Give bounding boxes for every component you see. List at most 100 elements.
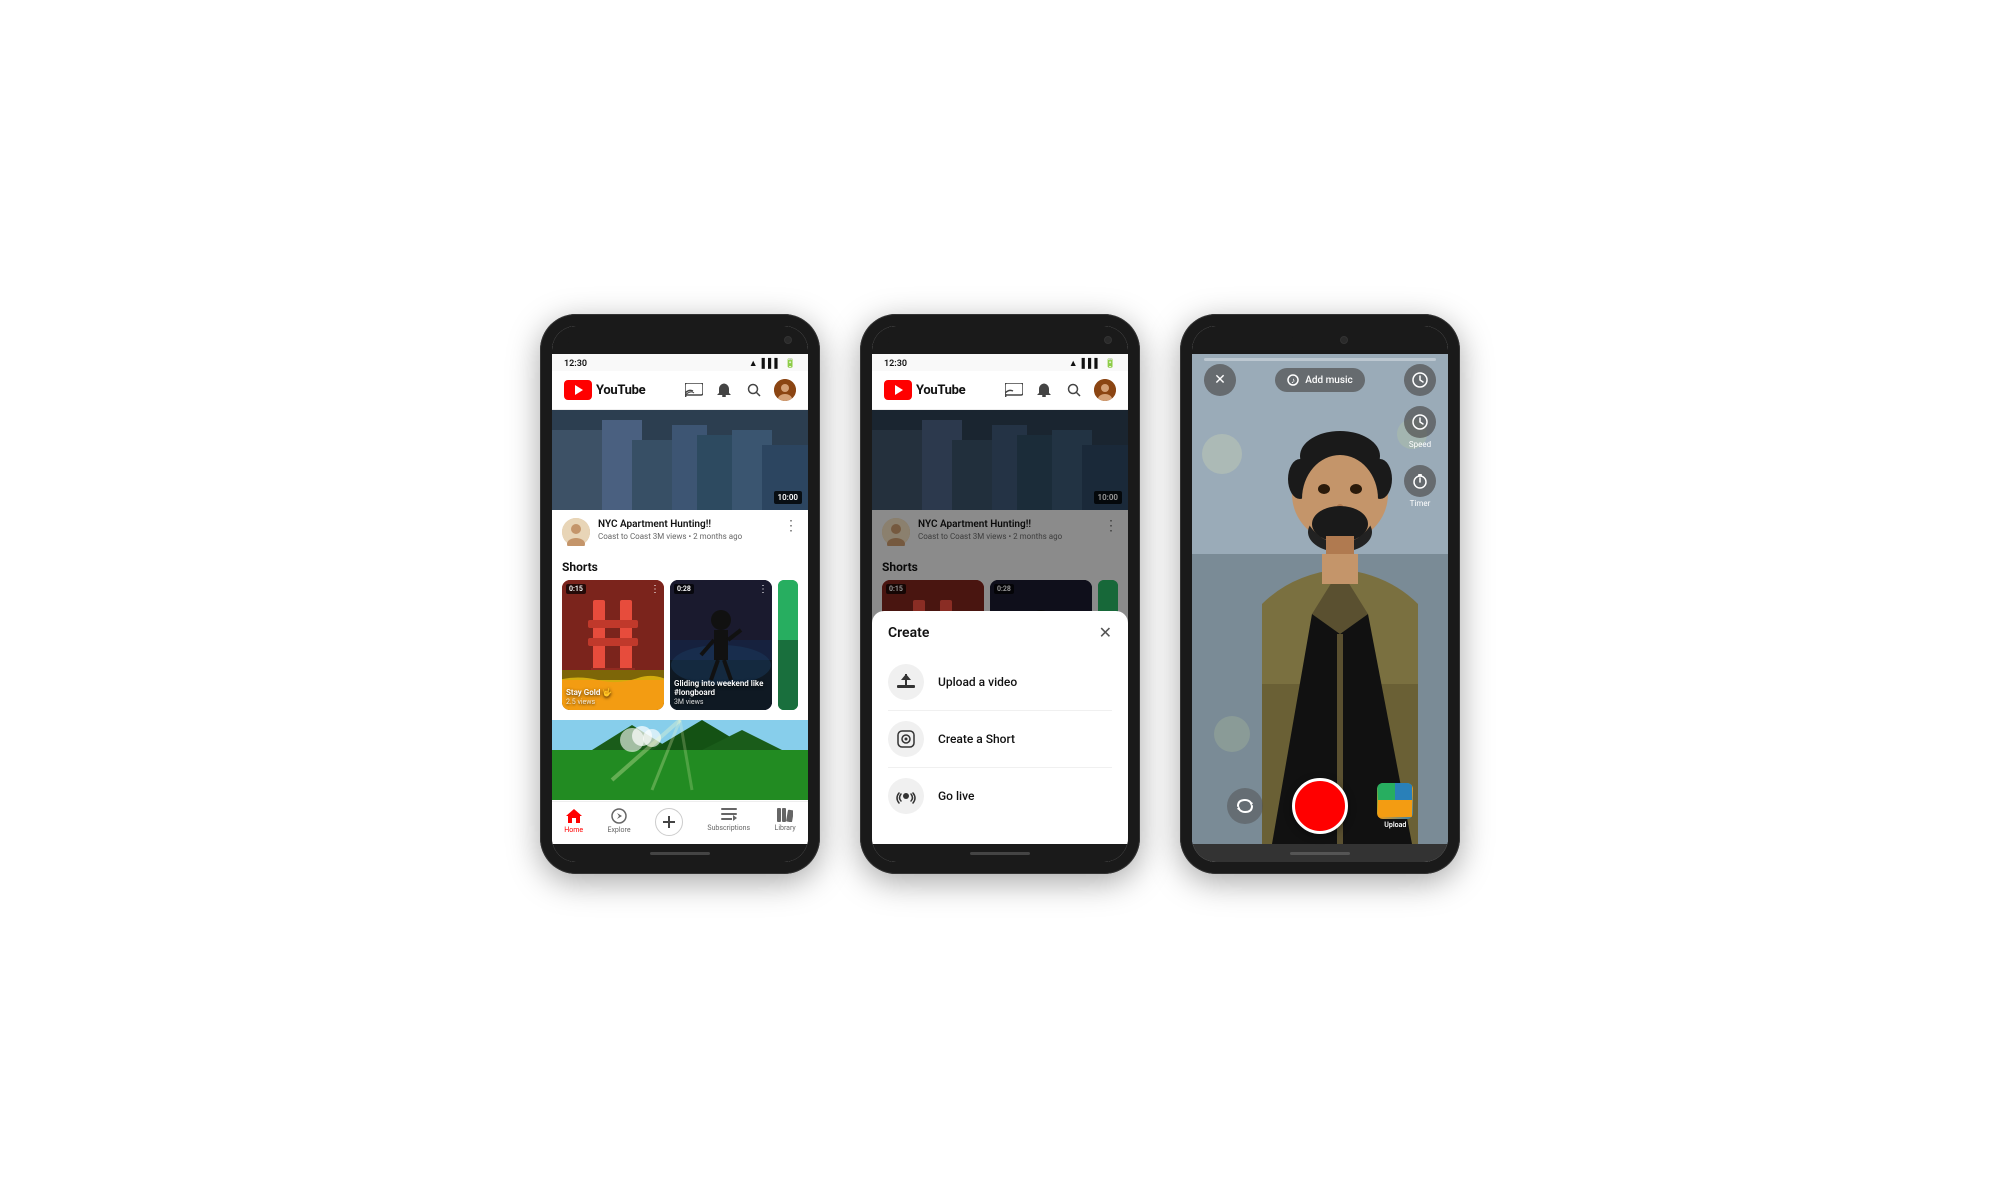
home-bar-2 bbox=[970, 852, 1030, 855]
video-sub-1: Coast to Coast 3M views • 2 months ago bbox=[598, 532, 776, 541]
shorts-section-1: Shorts bbox=[552, 554, 808, 714]
upload-preview-thumbnail[interactable] bbox=[1377, 783, 1413, 819]
signal-icon-2: ▌▌▌ bbox=[1082, 358, 1101, 369]
short-info-1: Stay Gold 🤟 2.5 views bbox=[566, 688, 660, 706]
home-indicator-1 bbox=[552, 844, 808, 862]
short-more-2[interactable]: ⋮ bbox=[758, 584, 768, 595]
camera-sensor-3 bbox=[1340, 336, 1348, 344]
nav-home-label: Home bbox=[564, 826, 583, 834]
short-name-1: Stay Gold 🤟 bbox=[566, 688, 660, 698]
landscape-thumb-1[interactable] bbox=[552, 720, 808, 800]
modal-short-item[interactable]: Create a Short bbox=[888, 711, 1112, 768]
timer-control[interactable]: Timer bbox=[1404, 465, 1436, 508]
notifications-button-2[interactable] bbox=[1034, 380, 1054, 400]
flip-camera-button[interactable] bbox=[1227, 788, 1263, 824]
speed-button[interactable] bbox=[1404, 364, 1436, 396]
short-card-2[interactable]: 0:28 ⋮ Gliding into weekend like #longbo… bbox=[670, 580, 772, 710]
phone-1: 12:30 ▲ ▌▌▌ 🔋 YouTube bbox=[540, 314, 820, 874]
modal-sheet: Create ✕ Upload a video bbox=[872, 611, 1128, 844]
featured-video-thumb-1[interactable]: 10:00 bbox=[552, 410, 808, 510]
nav-library-1[interactable]: Library bbox=[775, 808, 796, 836]
short-duration-1: 0:15 bbox=[566, 584, 586, 594]
svg-text:♪: ♪ bbox=[1291, 376, 1295, 385]
video-meta-info-1: 3M views • 2 months ago bbox=[653, 532, 742, 541]
cast-button-2[interactable] bbox=[1004, 380, 1024, 400]
short-more-1[interactable]: ⋮ bbox=[650, 584, 660, 595]
speed-control[interactable]: Speed bbox=[1404, 406, 1436, 449]
nav-home-1[interactable]: Home bbox=[564, 808, 583, 836]
camera-close-button[interactable]: ✕ bbox=[1204, 364, 1236, 396]
header-icons-2 bbox=[1004, 379, 1116, 401]
short-views-2: 3M views bbox=[674, 698, 768, 706]
nav-create-1[interactable] bbox=[655, 808, 683, 836]
camera-view: ✕ ♪ Add music Speed bbox=[1192, 354, 1448, 844]
modal-live-item[interactable]: Go live bbox=[888, 768, 1112, 824]
video-more-button-1[interactable]: ⋮ bbox=[784, 518, 798, 534]
phone-2-screen: 12:30 ▲ ▌▌▌ 🔋 YouTube bbox=[872, 326, 1128, 862]
search-button-2[interactable] bbox=[1064, 380, 1084, 400]
phone-1-screen: 12:30 ▲ ▌▌▌ 🔋 YouTube bbox=[552, 326, 808, 862]
nav-library-label: Library bbox=[775, 824, 796, 832]
phone-3-screen: ✕ ♪ Add music Speed bbox=[1192, 326, 1448, 862]
short-icon bbox=[888, 721, 924, 757]
upload-icon bbox=[888, 664, 924, 700]
home-indicator-2 bbox=[872, 844, 1128, 862]
nav-explore-1[interactable]: Explore bbox=[607, 808, 630, 836]
nav-subscriptions-1[interactable]: Subscriptions bbox=[707, 808, 750, 836]
phone-2-notch bbox=[872, 326, 1128, 354]
modal-upload-item[interactable]: Upload a video bbox=[888, 654, 1112, 711]
upload-label: Upload a video bbox=[938, 675, 1017, 689]
signal-icon: ▌▌▌ bbox=[762, 358, 781, 369]
yt-logo-icon bbox=[564, 380, 592, 400]
search-button[interactable] bbox=[744, 380, 764, 400]
camera-top-bar: ✕ ♪ Add music bbox=[1192, 354, 1448, 406]
yt-logo: YouTube bbox=[564, 380, 645, 400]
home-bar-1 bbox=[650, 852, 710, 855]
yt-logo-icon-2 bbox=[884, 380, 912, 400]
status-icons: ▲ ▌▌▌ 🔋 bbox=[749, 358, 796, 369]
modal-close-button[interactable]: ✕ bbox=[1099, 623, 1112, 642]
notifications-button[interactable] bbox=[714, 380, 734, 400]
phone-3-notch bbox=[1192, 326, 1448, 354]
video-duration-1: 10:00 bbox=[774, 491, 802, 504]
wifi-icon-2: ▲ bbox=[1069, 358, 1078, 369]
go-live-label: Go live bbox=[938, 789, 974, 803]
modal-title: Create bbox=[888, 625, 929, 641]
camera-right-controls: Speed Timer bbox=[1404, 406, 1436, 508]
timer-icon bbox=[1404, 465, 1436, 497]
add-music-label: Add music bbox=[1305, 375, 1353, 386]
create-short-label: Create a Short bbox=[938, 732, 1015, 746]
channel-avatar-1 bbox=[562, 518, 590, 546]
battery-icon-2: 🔋 bbox=[1105, 359, 1116, 369]
status-bar-1: 12:30 ▲ ▌▌▌ 🔋 bbox=[552, 354, 808, 371]
phone-1-notch bbox=[552, 326, 808, 354]
yt-logo-text-2: YouTube bbox=[916, 383, 965, 398]
short-card-partial bbox=[778, 580, 798, 710]
channel-name-1: Coast to Coast bbox=[598, 532, 651, 541]
short-name-2: Gliding into weekend like #longboard bbox=[674, 679, 768, 698]
speed-icon bbox=[1404, 406, 1436, 438]
camera-sensor bbox=[784, 336, 792, 344]
header-icons bbox=[684, 379, 796, 401]
record-button[interactable] bbox=[1292, 778, 1348, 834]
short-card-1[interactable]: 0:15 ⋮ Stay Gold 🤟 2.5 views bbox=[562, 580, 664, 710]
youtube-header-2: YouTube bbox=[872, 371, 1128, 410]
create-button-1[interactable] bbox=[655, 808, 683, 836]
upload-area[interactable]: Upload bbox=[1377, 783, 1413, 829]
user-avatar-2[interactable] bbox=[1094, 379, 1116, 401]
add-music-button[interactable]: ♪ Add music bbox=[1275, 368, 1365, 392]
yt-logo-2: YouTube bbox=[884, 380, 965, 400]
upload-label-text: Upload bbox=[1384, 821, 1406, 829]
yt-logo-text: YouTube bbox=[596, 383, 645, 398]
cast-button[interactable] bbox=[684, 380, 704, 400]
video-info-1: NYC Apartment Hunting!! Coast to Coast 3… bbox=[552, 510, 808, 554]
create-modal: Create ✕ Upload a video bbox=[872, 410, 1128, 844]
camera-bottom-bar: Upload bbox=[1192, 778, 1448, 834]
user-avatar[interactable] bbox=[774, 379, 796, 401]
status-time-2: 12:30 bbox=[884, 359, 907, 369]
speed-label: Speed bbox=[1409, 440, 1431, 449]
notch-pill-3 bbox=[1292, 335, 1340, 345]
scroll-content-1: 10:00 NYC Apartment Hunting!! Coast to C… bbox=[552, 410, 808, 801]
video-meta-1: NYC Apartment Hunting!! Coast to Coast 3… bbox=[598, 518, 776, 541]
phone-3: ✕ ♪ Add music Speed bbox=[1180, 314, 1460, 874]
